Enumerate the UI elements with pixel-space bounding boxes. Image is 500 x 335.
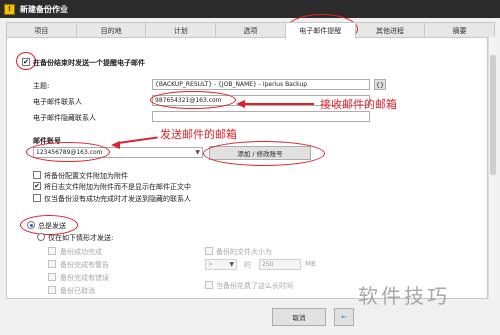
enable-email-label: 在备份结束时发送一个提醒电子邮件 [33, 59, 145, 67]
tab-email-notification[interactable]: 电子邮件提醒 [284, 22, 356, 39]
chevron-down-icon: ▼ [195, 149, 200, 156]
app-icon: ! [4, 3, 15, 15]
tab-other-processes[interactable]: 其他进程 [354, 22, 426, 38]
attach-config-checkbox[interactable] [33, 171, 41, 179]
cond-duration-label: 当备份花费了这么长时间 [216, 282, 293, 290]
subject-label: 主题: [33, 82, 50, 90]
tab-destination[interactable]: 目的地 [75, 22, 147, 38]
tab-options[interactable]: 选项 [215, 22, 286, 38]
cond-duration-checkbox[interactable] [205, 281, 213, 289]
receive-annotation: 接收邮件的邮箱 [320, 98, 397, 111]
receive-arrow-head [236, 100, 245, 108]
vertical-scrollbar[interactable] [488, 37, 496, 299]
bcc-on-failure-label: 仅当备份没有成功完成时才发送到隐藏的联系人 [44, 195, 191, 203]
size-operator-value: > [208, 261, 214, 268]
tab-schedule[interactable]: 计划 [145, 22, 217, 38]
bcc-on-failure-checkbox[interactable] [33, 194, 41, 202]
back-button[interactable]: ← [334, 308, 354, 326]
always-send-radio[interactable] [27, 221, 35, 229]
receive-arrow [244, 103, 314, 105]
subject-variables-button[interactable]: {} [374, 79, 386, 90]
enable-email-checkbox[interactable]: ✔ [22, 58, 30, 66]
tab-bar: 项目 目的地 计划 选项 电子邮件提醒 其他进程 摘要 [6, 22, 496, 39]
only-if-radio[interactable] [37, 233, 45, 241]
cond-errors-checkbox[interactable] [48, 273, 56, 281]
cond-success-checkbox[interactable] [48, 247, 56, 255]
cond-cancelled-checkbox[interactable] [48, 286, 56, 294]
tab-items[interactable]: 项目 [6, 22, 77, 38]
bcc-input[interactable] [152, 111, 370, 122]
account-value: 123456789@163.com [36, 149, 103, 156]
cond-size-label: 备份的文件大小为 [216, 248, 272, 256]
tab-summary[interactable]: 摘要 [424, 22, 496, 38]
cancel-button[interactable]: 取消 [272, 308, 326, 326]
send-arrow-head [111, 141, 120, 149]
bcc-label: 电子邮件隐藏联系人 [33, 114, 96, 122]
size-of-label: 的 [244, 261, 251, 269]
cond-warnings-label: 备份完成有警告 [60, 261, 109, 269]
cond-warnings-checkbox[interactable] [48, 260, 56, 268]
cond-success-label: 备份成功完成 [60, 248, 102, 256]
add-edit-account-button[interactable]: 添加 / 修改账号 [209, 146, 311, 160]
attach-log-checkbox[interactable]: ✔ [33, 182, 41, 190]
window-title: 新建备份作业 [20, 4, 68, 14]
attach-config-label: 将备份配置文件附加为附件 [44, 172, 128, 180]
scroll-thumb[interactable] [490, 55, 496, 175]
cond-cancelled-label: 备份已取消 [60, 287, 95, 295]
account-label: 邮件账号 [33, 137, 61, 145]
cond-size-checkbox[interactable] [205, 247, 213, 255]
only-if-label: 仅在如下情形才发送: [48, 234, 114, 242]
cond-errors-label: 备份完成有错误 [60, 274, 109, 282]
title-bar: ! 新建备份作业 [0, 0, 500, 18]
send-annotation: 发送邮件的邮箱 [160, 128, 237, 141]
to-label: 电子邮件联系人 [33, 98, 82, 106]
size-value-input[interactable]: 250 [259, 259, 301, 270]
size-unit-label: MB [305, 260, 316, 268]
chevron-down-icon: ▼ [229, 261, 234, 268]
subject-input[interactable]: {BACKUP_RESULT} - {JOB_NAME} - Iperius B… [152, 79, 370, 90]
size-operator-dropdown[interactable]: > ▼ [205, 259, 237, 270]
watermark: 软件技巧 [358, 284, 450, 308]
always-send-label: 总是发送 [38, 222, 66, 230]
attach-log-label: 将日志文件附加为附件而不是显示在邮件正文中 [44, 183, 191, 191]
